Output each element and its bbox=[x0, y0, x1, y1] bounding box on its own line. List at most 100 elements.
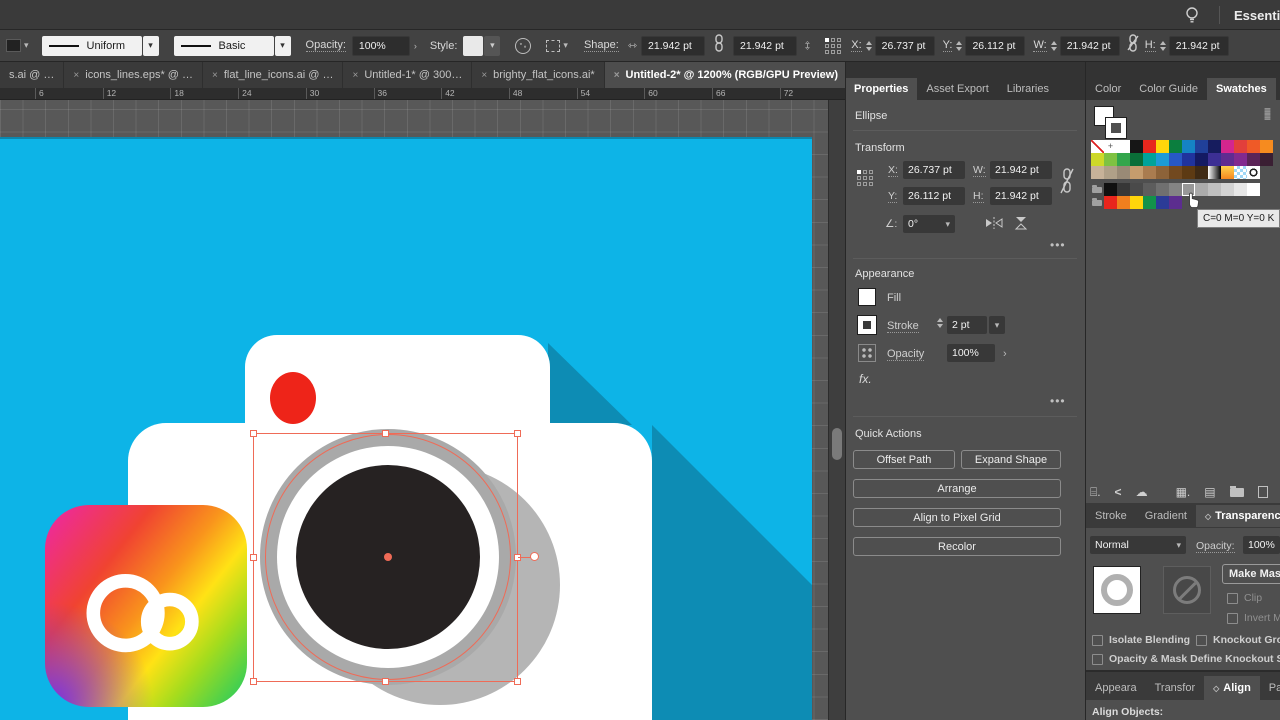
selection-handle-top-right[interactable] bbox=[514, 430, 521, 437]
selection-center-point[interactable] bbox=[384, 553, 392, 561]
swatch-color[interactable] bbox=[1156, 183, 1169, 196]
isolate-blending-row[interactable]: Isolate Blending bbox=[1092, 634, 1190, 646]
close-tab-icon[interactable]: × bbox=[614, 70, 620, 81]
tab-swatches[interactable]: Swatches bbox=[1207, 78, 1276, 100]
swatch-pattern-blue[interactable] bbox=[1234, 166, 1247, 179]
knockout-group-row[interactable]: Knockout Group bbox=[1196, 634, 1280, 646]
stroke-profile-chevron-icon[interactable]: ▾ bbox=[142, 35, 159, 56]
swatch-color[interactable] bbox=[1156, 166, 1169, 179]
appearance-opacity-input[interactable]: 100% bbox=[947, 344, 995, 362]
select-similar-icon[interactable] bbox=[546, 39, 561, 52]
blend-mode-select[interactable]: Normal ▾ bbox=[1090, 536, 1186, 554]
swatch-color[interactable] bbox=[1091, 166, 1104, 179]
transform-h-label[interactable]: H: bbox=[973, 190, 984, 203]
swatch-color[interactable] bbox=[1208, 183, 1221, 196]
swatch-color[interactable] bbox=[1169, 196, 1182, 209]
fill-swatch[interactable] bbox=[858, 288, 876, 306]
swatch-color[interactable] bbox=[1182, 140, 1195, 153]
swatch-color[interactable] bbox=[1260, 153, 1273, 166]
swatch-color[interactable] bbox=[1234, 183, 1247, 196]
swatch-color[interactable] bbox=[1169, 166, 1182, 179]
clip-checkbox[interactable] bbox=[1227, 592, 1238, 604]
swatch-color[interactable] bbox=[1247, 153, 1260, 166]
variable-width-profile-swatch[interactable] bbox=[6, 39, 21, 52]
swatch-color[interactable] bbox=[1156, 196, 1169, 209]
opacity-input[interactable]: 100% bbox=[351, 35, 410, 56]
y-input[interactable]: 26.112 pt bbox=[965, 35, 1026, 56]
stroke-weight-chevron-icon[interactable]: ▾ bbox=[989, 316, 1005, 334]
close-tab-icon[interactable]: × bbox=[73, 70, 79, 81]
swatch-color[interactable] bbox=[1221, 140, 1234, 153]
w-label[interactable]: W: bbox=[1033, 39, 1047, 52]
swatch-color[interactable] bbox=[1247, 183, 1260, 196]
offset-path-button[interactable]: Offset Path bbox=[853, 450, 955, 469]
selection-handle-top-center[interactable] bbox=[382, 430, 389, 437]
transform-w-input[interactable]: 21.942 pt bbox=[990, 161, 1052, 179]
opacity-mask-row[interactable]: Opacity & Mask Define Knockout Shap bbox=[1092, 653, 1280, 665]
swatch-libraries-icon[interactable]: ⌸. bbox=[1090, 485, 1101, 500]
swatch-color[interactable] bbox=[1143, 183, 1156, 196]
tab-asset-export[interactable]: Asset Export bbox=[917, 78, 997, 100]
swatch-color[interactable] bbox=[1195, 166, 1208, 179]
swatch-registration[interactable]: + bbox=[1104, 140, 1117, 153]
selection-handle-middle-left[interactable] bbox=[250, 554, 257, 561]
brush-chevron-icon[interactable]: ▾ bbox=[274, 35, 291, 56]
w-stepper[interactable] bbox=[1050, 40, 1057, 51]
rotate-angle-select[interactable]: 0° ▾ bbox=[903, 215, 955, 233]
arrange-button[interactable]: Arrange bbox=[853, 479, 1061, 498]
swatch-color[interactable] bbox=[1143, 166, 1156, 179]
swatch-color[interactable] bbox=[1169, 140, 1182, 153]
discover-lightbulb-icon[interactable] bbox=[1179, 2, 1205, 28]
style-swatch[interactable] bbox=[463, 35, 484, 56]
artboard[interactable] bbox=[0, 137, 812, 720]
unlink-proportions-icon[interactable] bbox=[1127, 34, 1139, 57]
cloud-library-icon[interactable]: ☁ bbox=[1136, 485, 1148, 499]
y-label[interactable]: Y: bbox=[942, 39, 953, 52]
recolor-button[interactable]: Recolor bbox=[853, 537, 1061, 556]
knockout-group-checkbox[interactable] bbox=[1196, 634, 1207, 646]
panel-menu-icon[interactable]: ≡ ≡ bbox=[1264, 105, 1271, 123]
transform-y-label[interactable]: Y: bbox=[888, 190, 898, 203]
swatch-color[interactable] bbox=[1117, 140, 1130, 153]
swatch-color[interactable] bbox=[1195, 153, 1208, 166]
flip-vertical-icon[interactable] bbox=[1013, 216, 1029, 235]
tab-align[interactable]: ◇ Align bbox=[1204, 676, 1260, 700]
swatch-color[interactable] bbox=[1130, 153, 1143, 166]
swatch-color[interactable] bbox=[1234, 140, 1247, 153]
swatch-color[interactable] bbox=[1247, 140, 1260, 153]
close-tab-icon[interactable]: × bbox=[212, 70, 218, 81]
h-input[interactable]: 21.942 pt bbox=[1168, 35, 1229, 56]
opacity-label[interactable]: Opacity: bbox=[305, 39, 346, 52]
swatch-color[interactable] bbox=[1208, 140, 1221, 153]
swatch-color[interactable] bbox=[1182, 153, 1195, 166]
new-swatch-icon[interactable] bbox=[1257, 486, 1268, 498]
tab-gradient[interactable]: Gradient bbox=[1136, 505, 1196, 527]
workspace-switcher[interactable]: Essenti bbox=[1234, 8, 1280, 23]
swatch-color[interactable] bbox=[1130, 140, 1143, 153]
swatch-color[interactable] bbox=[1104, 153, 1117, 166]
swatch-color[interactable] bbox=[1130, 183, 1143, 196]
swatch-color[interactable] bbox=[1169, 183, 1182, 196]
transform-h-input[interactable]: 21.942 pt bbox=[990, 187, 1052, 205]
swatch-gradient-orange[interactable] bbox=[1221, 166, 1234, 179]
scrollbar-thumb[interactable] bbox=[832, 428, 842, 460]
swatch-color[interactable] bbox=[1130, 196, 1143, 209]
swatch-color[interactable] bbox=[1182, 166, 1195, 179]
swatch-color[interactable] bbox=[1156, 140, 1169, 153]
swatch-color[interactable] bbox=[1117, 166, 1130, 179]
selection-handle-bottom-right[interactable] bbox=[514, 678, 521, 685]
camera-flash-dot-shape[interactable] bbox=[270, 372, 316, 424]
invert-mask-checkbox[interactable] bbox=[1227, 612, 1238, 624]
y-stepper[interactable] bbox=[956, 40, 963, 51]
stroke-swatch[interactable] bbox=[857, 315, 877, 335]
tab-appearance[interactable]: Appeara bbox=[1086, 676, 1146, 700]
document-tab[interactable]: × brighty_flat_icons.ai* bbox=[472, 62, 604, 88]
document-tab[interactable]: × Untitled-1* @ 300… bbox=[343, 62, 472, 88]
flip-horizontal-icon[interactable] bbox=[985, 216, 1003, 235]
swatch-color[interactable] bbox=[1130, 166, 1143, 179]
transform-more-options[interactable]: ••• bbox=[1050, 238, 1066, 252]
swatch-color[interactable] bbox=[1208, 153, 1221, 166]
document-tab[interactable]: × icons_lines.eps* @ … bbox=[64, 62, 203, 88]
brush-dropdown[interactable]: Basic bbox=[173, 35, 274, 56]
swatch-pattern-dot[interactable] bbox=[1247, 166, 1260, 179]
